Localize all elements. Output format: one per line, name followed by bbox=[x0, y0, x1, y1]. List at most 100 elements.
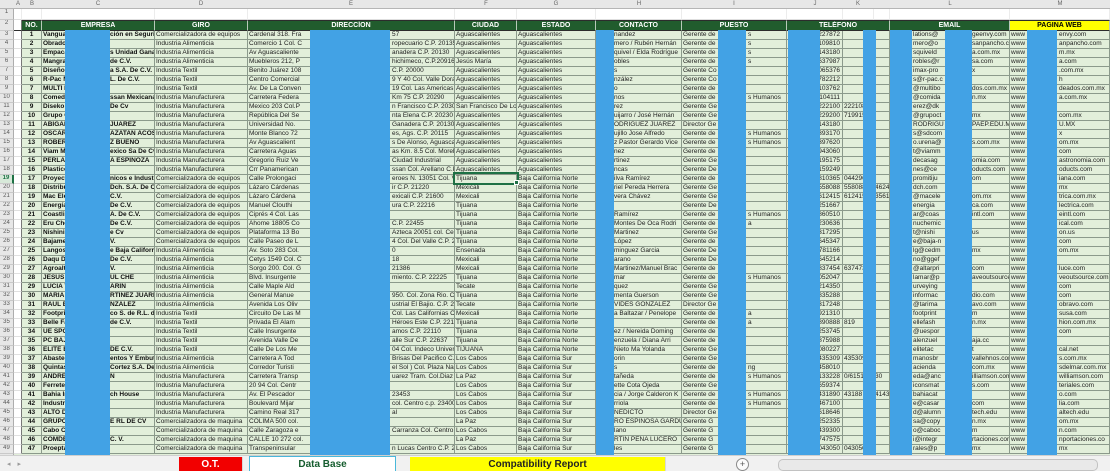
cell-estado[interactable]: Aguascalientes bbox=[517, 130, 596, 139]
cell-telefono-3[interactable] bbox=[874, 292, 890, 301]
empty-cell[interactable] bbox=[517, 9, 596, 20]
cell-no[interactable]: 4 bbox=[22, 58, 42, 67]
cell-no[interactable]: 17 bbox=[22, 175, 42, 184]
cell-estado[interactable]: Aguascalientes bbox=[517, 166, 596, 175]
cell-giro[interactable]: Comercializadora de equipos bbox=[155, 238, 248, 247]
cell-telefono-3[interactable] bbox=[874, 211, 890, 220]
cell-estado[interactable]: Baja California Norte bbox=[517, 193, 596, 202]
column-a-stub[interactable] bbox=[14, 247, 22, 256]
cell-pagina-web[interactable]: wwwastronomia.com bbox=[1010, 157, 1110, 166]
cell-pagina-web[interactable]: www bbox=[1010, 103, 1110, 112]
row-header[interactable]: 34 bbox=[0, 310, 14, 319]
cell-estado[interactable]: Baja California Norte bbox=[517, 256, 596, 265]
cell-estado[interactable]: Aguascalientes bbox=[517, 139, 596, 148]
cell-pagina-web[interactable]: wwwom.mx bbox=[1010, 418, 1110, 427]
cell-no[interactable]: 47 bbox=[22, 445, 42, 454]
cell-telefono-3[interactable] bbox=[874, 445, 890, 454]
empty-cell[interactable] bbox=[843, 9, 874, 20]
cell-estado[interactable]: Aguascalientes bbox=[517, 112, 596, 121]
cell-no[interactable]: 29 bbox=[22, 283, 42, 292]
cell-giro[interactable]: Comercializadora de equipos bbox=[155, 202, 248, 211]
cell-telefono-3[interactable] bbox=[874, 166, 890, 175]
cell-pagina-web[interactable]: wwwtrica.com.mx bbox=[1010, 193, 1110, 202]
empty-cell[interactable] bbox=[890, 9, 1010, 20]
row-header[interactable]: 2 bbox=[0, 20, 14, 31]
cell-estado[interactable]: Aguascalientes bbox=[517, 157, 596, 166]
column-a-stub[interactable] bbox=[14, 175, 22, 184]
row-header[interactable]: 16 bbox=[0, 148, 14, 157]
cell-ciudad[interactable]: Mexicali bbox=[455, 256, 517, 265]
column-header-f[interactable]: F bbox=[484, 0, 488, 8]
cell-estado[interactable]: Aguascalientes bbox=[517, 76, 596, 85]
cell-telefono-3[interactable] bbox=[874, 364, 890, 373]
cell-telefono-3[interactable] bbox=[874, 337, 890, 346]
column-a-stub[interactable] bbox=[14, 301, 22, 310]
cell-pagina-web[interactable]: wwwom.mx bbox=[1010, 247, 1110, 256]
column-a-stub[interactable] bbox=[14, 31, 22, 40]
cell-no[interactable]: 41 bbox=[22, 391, 42, 400]
cell-telefono-3[interactable] bbox=[874, 121, 890, 130]
cell-telefono-3[interactable] bbox=[874, 229, 890, 238]
column-a-stub[interactable] bbox=[14, 166, 22, 175]
row-header[interactable]: 15 bbox=[0, 139, 14, 148]
cell-ciudad[interactable]: Los Cabos bbox=[455, 445, 517, 454]
horizontal-scrollbar[interactable] bbox=[778, 459, 1098, 471]
cell-telefono-3[interactable] bbox=[874, 247, 890, 256]
column-header-i[interactable]: I bbox=[733, 0, 735, 8]
column-a-stub[interactable] bbox=[14, 400, 22, 409]
cell-telefono-3[interactable] bbox=[874, 436, 890, 445]
cell-ciudad[interactable]: Aguascalientes bbox=[455, 157, 517, 166]
cell-pagina-web[interactable]: wwwaltech.edu bbox=[1010, 409, 1110, 418]
cell-giro[interactable]: Industria Textil bbox=[155, 310, 248, 319]
cell-ciudad[interactable]: Tijuana bbox=[455, 292, 517, 301]
cell-ciudad[interactable]: Los Cabos bbox=[455, 364, 517, 373]
cell-pagina-web[interactable]: wwwnportaciones.co bbox=[1010, 436, 1110, 445]
cell-pagina-web[interactable]: wwwdeados.com.mx bbox=[1010, 85, 1110, 94]
cell-giro[interactable]: Industria Alimenticia bbox=[155, 247, 248, 256]
cell-pagina-web[interactable]: wwwcom bbox=[1010, 238, 1110, 247]
cell-giro[interactable]: Comercializadora de equipos bbox=[155, 220, 248, 229]
cell-giro[interactable]: Industria Textil bbox=[155, 328, 248, 337]
cell-telefono-3[interactable] bbox=[874, 310, 890, 319]
cell-telefono-3[interactable] bbox=[874, 67, 890, 76]
row-header[interactable]: 45 bbox=[0, 409, 14, 418]
cell-estado[interactable]: Baja California Sur bbox=[517, 400, 596, 409]
column-a-stub[interactable] bbox=[14, 85, 22, 94]
cell-ciudad[interactable]: Los Cabos bbox=[455, 391, 517, 400]
row-header[interactable]: 3 bbox=[0, 31, 14, 40]
empty-cell[interactable] bbox=[248, 9, 455, 20]
cell-estado[interactable]: Aguascalientes bbox=[517, 103, 596, 112]
column-a-stub[interactable] bbox=[14, 310, 22, 319]
empty-cell[interactable] bbox=[1010, 9, 1110, 20]
cell-no[interactable]: 22 bbox=[22, 220, 42, 229]
row-header[interactable]: 39 bbox=[0, 355, 14, 364]
cell-no[interactable]: 27 bbox=[22, 265, 42, 274]
cell-no[interactable]: 46 bbox=[22, 436, 42, 445]
row-header[interactable]: 11 bbox=[0, 103, 14, 112]
sheet-tab-ot[interactable]: O.T. bbox=[179, 457, 243, 471]
cell-giro[interactable]: Industria Alimenticia bbox=[155, 58, 248, 67]
cell-estado[interactable]: Baja California Norte bbox=[517, 274, 596, 283]
column-a-stub[interactable] bbox=[14, 58, 22, 67]
column-a-stub[interactable] bbox=[14, 193, 22, 202]
cell-pagina-web[interactable]: wwwU.MX bbox=[1010, 121, 1110, 130]
cell-ciudad[interactable]: Aguascalientes bbox=[455, 76, 517, 85]
cell-pagina-web[interactable]: wwws.com.mx bbox=[1010, 355, 1110, 364]
cell-giro[interactable]: Industria Manufacturera bbox=[155, 139, 248, 148]
cell-no[interactable]: 18 bbox=[22, 184, 42, 193]
cell-pagina-web[interactable]: wwwmx bbox=[1010, 184, 1110, 193]
cell-no[interactable]: 44 bbox=[22, 418, 42, 427]
column-a-stub[interactable] bbox=[14, 445, 22, 454]
cell-ciudad[interactable]: Aguascalientes bbox=[455, 85, 517, 94]
cell-no[interactable]: 43 bbox=[22, 409, 42, 418]
cell-giro[interactable]: Industria Manufacturera bbox=[155, 400, 248, 409]
cell-telefono-3[interactable] bbox=[874, 76, 890, 85]
cell-no[interactable]: 10 bbox=[22, 112, 42, 121]
cell-estado[interactable]: Baja California Norte bbox=[517, 283, 596, 292]
cell-estado[interactable]: Baja California Sur bbox=[517, 445, 596, 454]
column-header-e[interactable]: E bbox=[349, 0, 353, 8]
column-a-stub[interactable] bbox=[14, 355, 22, 364]
row-header[interactable]: 38 bbox=[0, 346, 14, 355]
cell-estado[interactable]: Baja California Norte bbox=[517, 337, 596, 346]
cell-ciudad[interactable]: Tijuana bbox=[455, 238, 517, 247]
